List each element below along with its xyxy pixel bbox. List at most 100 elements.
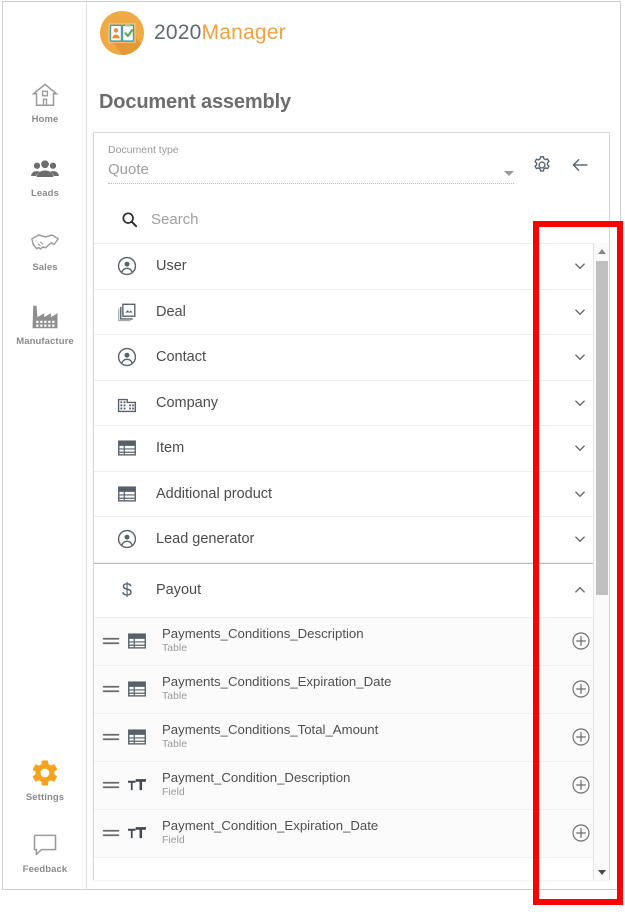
group-row-payout[interactable]: $ Payout (94, 562, 609, 618)
drag-handle-icon[interactable] (102, 682, 120, 696)
scrollbar-thumb[interactable] (596, 261, 608, 595)
field-row[interactable]: Payment_Condition_Expiration_Date Field (94, 809, 609, 858)
people-icon (31, 160, 59, 177)
sidebar-item-label: Home (31, 114, 59, 125)
brand-word: Manager (201, 21, 286, 44)
add-circle-icon[interactable] (571, 775, 591, 795)
drag-handle-icon[interactable] (102, 826, 120, 840)
entity-list[interactable]: User Deal Contact Company Item Additiona… (94, 243, 609, 880)
sidebar-item-manufacture[interactable]: Manufacture (3, 302, 87, 347)
gear-icon[interactable] (531, 154, 553, 176)
text-format-icon (128, 779, 146, 791)
building-icon (117, 398, 137, 412)
document-type-value: Quote (108, 161, 149, 178)
group-row-company[interactable]: Company (94, 380, 609, 426)
group-label: Lead generator (156, 531, 255, 548)
document-type-select[interactable]: Document type Quote (108, 144, 514, 184)
field-subtitle: Table (162, 690, 188, 703)
scroll-down-arrow-icon[interactable] (594, 864, 610, 880)
brand-logo: 2020Manager (99, 10, 286, 56)
handshake-icon (31, 234, 59, 250)
group-label: Additional product (156, 485, 273, 502)
screenshot-root: Home Leads Sales Manufacture Settings Fe… (0, 0, 625, 919)
arrow-left-icon[interactable] (569, 154, 591, 176)
add-circle-icon[interactable] (571, 823, 591, 843)
field-row[interactable]: Payments_Conditions_Expiration_Date Tabl… (94, 665, 609, 714)
drag-handle-icon[interactable] (102, 730, 120, 744)
scroll-up-arrow-icon[interactable] (594, 243, 610, 259)
add-circle-icon[interactable] (571, 631, 591, 651)
field-title: Payment_Condition_Description (162, 769, 351, 785)
brand-number: 2020 (154, 21, 202, 44)
sidebar-item-label: Leads (31, 188, 59, 199)
sidebar-item-leads[interactable]: Leads (3, 154, 87, 199)
field-text: Payments_Conditions_Description Table (162, 625, 364, 655)
account-circle-icon (117, 530, 137, 549)
document-type-label: Document type (108, 144, 179, 156)
add-circle-icon[interactable] (571, 727, 591, 747)
group-label: Company (156, 394, 219, 411)
chevron-down-icon[interactable] (571, 394, 589, 412)
group-row-deal[interactable]: Deal (94, 289, 609, 335)
field-text: Payment_Condition_Description Field (162, 769, 351, 799)
field-title: Payment_Condition_Expiration_Date (162, 817, 379, 833)
field-subtitle: Table (162, 738, 188, 751)
drag-handle-icon[interactable] (102, 634, 120, 648)
table-icon (128, 681, 146, 697)
chevron-down-icon[interactable] (571, 257, 589, 275)
account-circle-icon (117, 257, 137, 276)
list-scrollbar[interactable] (593, 243, 609, 880)
field-row[interactable]: Payment_Condition_Description Field (94, 761, 609, 810)
page-title: Document assembly (99, 91, 291, 114)
text-format-icon (128, 827, 146, 839)
add-circle-icon[interactable] (571, 679, 591, 699)
field-title: Payments_Conditions_Total_Amount (162, 721, 379, 737)
sidebar-item-sales[interactable]: Sales (3, 228, 87, 273)
account-circle-icon (117, 348, 137, 367)
chevron-up-icon[interactable] (571, 581, 589, 599)
group-row-item[interactable]: Item (94, 426, 609, 472)
group-row-lead-generator[interactable]: Lead generator (94, 517, 609, 563)
sidebar-item-home[interactable]: Home (3, 80, 87, 125)
sidebar-item-label: Sales (32, 262, 58, 273)
document-type-value-wrap: Quote (108, 160, 514, 184)
document-assembly-card: Document type Quote Search User Deal Con… (93, 132, 610, 880)
sidebar-item-label: Manufacture (16, 336, 74, 347)
id-card-checklist-icon (99, 10, 145, 56)
application-frame: Home Leads Sales Manufacture Settings Fe… (2, 1, 621, 890)
field-row[interactable]: Payments_Conditions_Description Table (94, 617, 609, 666)
group-label: Item (156, 440, 185, 457)
sidebar-item-settings[interactable]: Settings (3, 758, 87, 803)
search-icon (122, 211, 138, 227)
chevron-down-icon[interactable] (571, 530, 589, 548)
chevron-down-icon[interactable] (571, 439, 589, 457)
field-row[interactable]: Payments_Conditions_Total_Amount Table (94, 713, 609, 762)
sidebar-item-feedback[interactable]: Feedback (3, 830, 87, 875)
group-row-additional-product[interactable]: Additional product (94, 471, 609, 517)
field-text: Payment_Condition_Expiration_Date Field (162, 817, 379, 847)
table-icon (118, 440, 136, 456)
chevron-down-icon[interactable] (504, 171, 514, 176)
group-label: Deal (156, 303, 186, 320)
field-subtitle: Field (162, 786, 185, 799)
chevron-down-icon[interactable] (571, 303, 589, 321)
drag-handle-icon[interactable] (102, 778, 120, 792)
home-icon (31, 83, 59, 106)
field-title: Payments_Conditions_Description (162, 625, 364, 641)
main-content-area: 2020Manager Document assembly Document t… (87, 2, 620, 889)
group-row-user[interactable]: User (94, 244, 609, 290)
left-navigation-rail: Home Leads Sales Manufacture Settings Fe… (3, 2, 87, 889)
speech-bubble-icon (33, 834, 57, 856)
group-row-contact[interactable]: Contact (94, 335, 609, 381)
sidebar-item-label: Settings (25, 792, 65, 803)
search-field[interactable]: Search (94, 195, 609, 243)
collections-icon (118, 303, 136, 321)
group-label: User (156, 258, 187, 275)
chevron-down-icon[interactable] (571, 348, 589, 366)
field-text: Payments_Conditions_Total_Amount Table (162, 721, 379, 751)
group-label: Payout (156, 582, 202, 598)
chevron-down-icon[interactable] (571, 485, 589, 503)
field-subtitle: Field (162, 834, 185, 847)
search-placeholder: Search (151, 210, 199, 228)
document-type-row: Document type Quote (94, 133, 609, 195)
